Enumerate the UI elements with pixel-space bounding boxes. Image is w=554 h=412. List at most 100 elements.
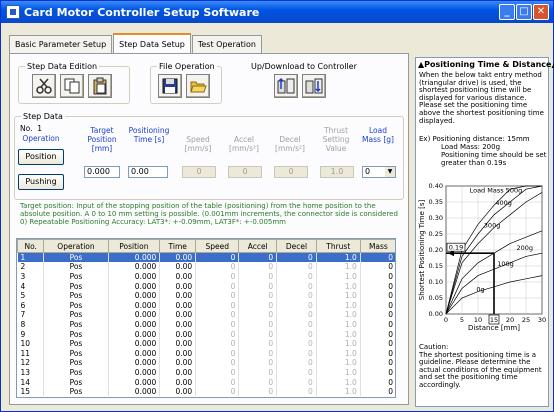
step-data-table[interactable]: No. Operation Position Time Speed Accel Decel T… xyxy=(16,238,396,398)
table-cell: 0 xyxy=(360,367,395,378)
target-position-input[interactable]: 0.000 xyxy=(84,166,120,178)
floppy-disk-icon xyxy=(162,78,178,94)
table-cell: 0 xyxy=(195,290,240,301)
open-button[interactable] xyxy=(186,74,210,98)
column-header[interactable]: Speed xyxy=(195,239,240,253)
table-cell: 1.0 xyxy=(316,310,361,320)
table-cell: 0 xyxy=(238,271,278,282)
column-header[interactable]: Operation xyxy=(43,239,109,253)
table-cell: 0.000 xyxy=(108,358,161,368)
table-cell: 0 xyxy=(195,310,240,320)
step-data-label: Step Data xyxy=(23,112,63,121)
table-cell: 0 xyxy=(360,281,395,291)
column-header[interactable]: Mass xyxy=(359,239,395,253)
table-cell: 0.00 xyxy=(159,348,197,359)
minimize-button[interactable]: _ xyxy=(499,4,515,20)
load-mass-select[interactable]: 0 ▼ xyxy=(362,166,396,178)
caution-text: Caution: The shortest positioning time i… xyxy=(419,343,542,389)
table-cell: 4 xyxy=(17,281,45,291)
table-row[interactable]: 8 Pos 0.000 0.00 0 0 0 1.0 0 xyxy=(17,319,395,330)
table-cell: 0 xyxy=(276,338,317,349)
folder-open-icon xyxy=(190,81,207,93)
column-header[interactable]: Accel xyxy=(238,239,278,253)
table-cell: 0 xyxy=(238,367,278,378)
table-cell: 1.0 xyxy=(316,290,361,301)
table-cell: 0.000 xyxy=(108,348,161,359)
table-row[interactable]: 14 Pos 0.000 0.00 0 0 0 1.0 0 xyxy=(17,377,395,387)
table-cell: 0 xyxy=(360,319,395,330)
column-header[interactable]: No. xyxy=(17,239,45,253)
table-row[interactable]: 11 Pos 0.000 0.00 0 0 0 1.0 0 xyxy=(17,348,395,359)
copy-button[interactable] xyxy=(60,74,84,98)
table-cell: 0 xyxy=(195,338,240,349)
table-cell: 0 xyxy=(238,377,278,387)
column-header[interactable]: Position xyxy=(107,239,161,253)
upload-button[interactable] xyxy=(274,74,298,98)
table-row[interactable]: 10 Pos 0.000 0.00 0 0 0 1.0 0 xyxy=(17,338,395,349)
table-cell: 0 xyxy=(360,271,395,282)
table-cell: 11 xyxy=(17,348,45,359)
table-cell: 0 xyxy=(276,358,317,368)
copy-icon xyxy=(64,78,80,94)
positioning-time-input[interactable]: 0.00 xyxy=(128,166,168,178)
table-cell: 0.00 xyxy=(159,290,197,301)
table-cell: Pos xyxy=(43,377,109,387)
column-header[interactable]: Decel xyxy=(276,239,317,253)
table-cell: 0 xyxy=(195,358,240,368)
table-row[interactable]: 3 Pos 0.000 0.00 0 0 0 1.0 0 xyxy=(17,271,395,282)
maximize-button[interactable]: □ xyxy=(516,4,532,20)
paste-button[interactable] xyxy=(88,74,112,98)
table-row[interactable]: 2 Pos 0.000 0.00 0 0 0 1.0 0 xyxy=(17,262,395,272)
table-cell: 0 xyxy=(276,300,317,311)
positioning-time-panel: ▲Positioning Time & Distance▲ When the b… xyxy=(415,57,554,407)
table-cell: 0 xyxy=(276,348,317,359)
column-header[interactable]: Time xyxy=(159,239,197,253)
save-button[interactable] xyxy=(158,74,182,98)
table-row[interactable]: 15 Pos 0.000 0.00 0 0 0 1.0 0 xyxy=(17,386,395,397)
clipboard-icon xyxy=(93,77,107,95)
close-button[interactable]: ✕ xyxy=(533,4,549,20)
table-cell: 0.000 xyxy=(108,310,161,320)
window-title: Card Motor Controller Setup Software xyxy=(24,5,260,19)
table-header-row: No. Operation Position Time Speed Accel Decel T… xyxy=(17,239,395,253)
table-row[interactable]: 4 Pos 0.000 0.00 0 0 0 1.0 0 xyxy=(17,281,395,291)
highlight-y-label: 0.19 xyxy=(449,244,463,252)
table-cell: Pos xyxy=(43,252,109,263)
accel-input: 0 xyxy=(228,166,262,178)
table-cell: 0.000 xyxy=(108,252,161,263)
tab-basic-parameter-setup[interactable]: Basic Parameter Setup xyxy=(9,35,113,53)
position-button[interactable]: Position xyxy=(18,149,64,165)
table-row[interactable]: 9 Pos 0.000 0.00 0 0 0 1.0 0 xyxy=(17,329,395,339)
table-cell: 0 xyxy=(195,319,240,330)
table-cell: 0.000 xyxy=(108,338,161,349)
title-bar: Card Motor Controller Setup Software _ □… xyxy=(1,1,553,23)
tab-step-data-setup[interactable]: Step Data Setup xyxy=(113,33,191,53)
table-row[interactable]: 7 Pos 0.000 0.00 0 0 0 1.0 0 xyxy=(17,310,395,320)
table-cell: 0.00 xyxy=(159,386,197,397)
table-cell: 0 xyxy=(195,377,240,387)
speed-label: Speed [mm/s] xyxy=(184,135,212,153)
chevron-down-icon[interactable]: ▼ xyxy=(385,167,395,177)
table-cell: 0.000 xyxy=(108,386,161,397)
pushing-button[interactable]: Pushing xyxy=(18,174,64,190)
table-cell: 0 xyxy=(238,358,278,368)
column-header[interactable]: Thrust xyxy=(315,239,361,253)
table-row[interactable]: 5 Pos 0.000 0.00 0 0 0 1.0 0 xyxy=(17,290,395,301)
table-cell: Pos xyxy=(43,300,109,311)
table-row[interactable]: 13 Pos 0.000 0.00 0 0 0 1.0 0 xyxy=(17,367,395,378)
table-row[interactable]: 1 Pos 0.000 0.00 0 0 0 1.0 0 xyxy=(17,252,395,263)
table-cell: 8 xyxy=(17,319,45,330)
table-row[interactable]: 12 Pos 0.000 0.00 0 0 0 1.0 0 xyxy=(17,358,395,368)
table-cell: 1.0 xyxy=(316,338,361,349)
operation-label: Operation xyxy=(22,134,60,143)
target-position-note: Target position: Input of the stopping p… xyxy=(20,202,398,226)
table-cell: 0.00 xyxy=(159,329,197,339)
table-row[interactable]: 6 Pos 0.000 0.00 0 0 0 1.0 0 xyxy=(17,300,395,311)
download-button[interactable] xyxy=(302,74,326,98)
table-cell: 12 xyxy=(17,358,45,368)
table-cell: 9 xyxy=(17,329,45,339)
tab-test-operation[interactable]: Test Operation xyxy=(191,35,262,53)
x-tick-label: 15 xyxy=(490,316,498,324)
cut-button[interactable] xyxy=(32,74,56,98)
table-cell: 2 xyxy=(17,262,45,272)
